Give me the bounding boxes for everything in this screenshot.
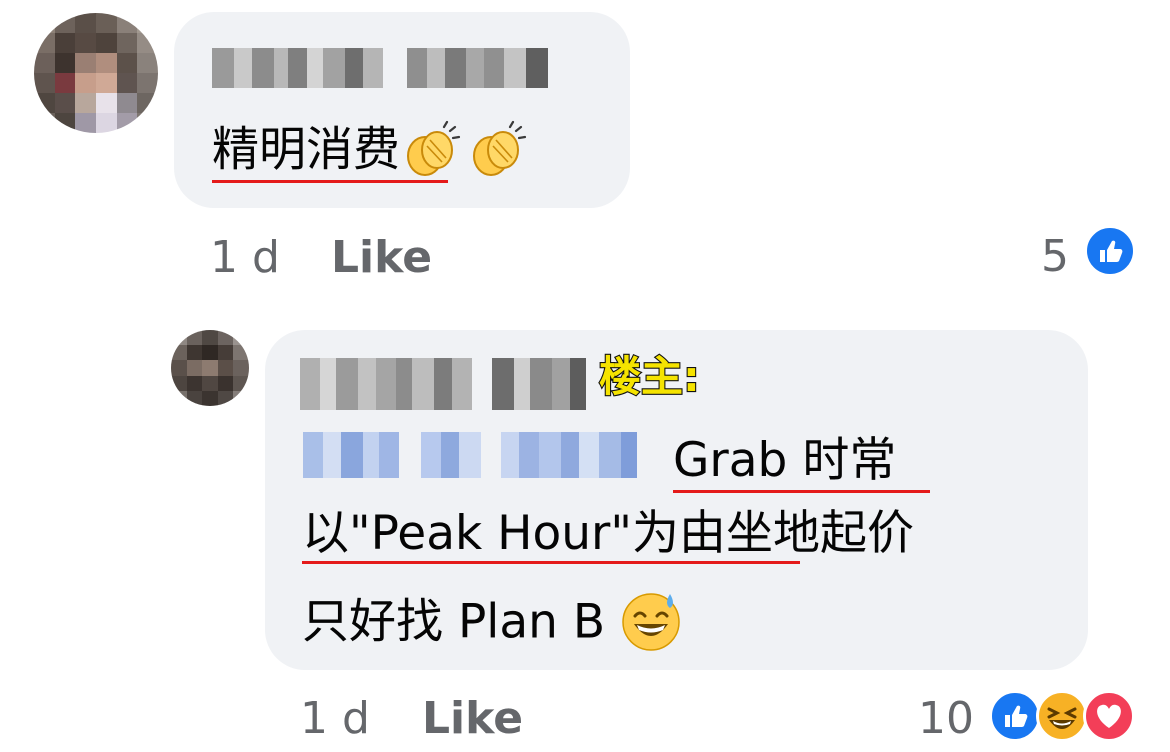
comment-time-2[interactable]: 1 d <box>300 697 370 741</box>
grinning-sweat-icon <box>620 590 682 660</box>
like-button-2[interactable]: Like <box>422 697 523 741</box>
comment-text-2-line-3-content: 只好找 Plan B <box>302 594 606 650</box>
comment-time-1[interactable]: 1 d <box>210 236 280 280</box>
reaction-count-2[interactable]: 10 <box>918 697 974 741</box>
like-button-1[interactable]: Like <box>331 236 432 280</box>
like-reaction-icon[interactable] <box>989 690 1041 742</box>
author-name-blurred-1[interactable] <box>212 48 548 88</box>
underline-highlight-1 <box>212 180 448 183</box>
avatar-commenter-2[interactable] <box>171 330 249 406</box>
comment-text-2-line-1: Grab 时常 <box>673 433 897 488</box>
mentioned-user-blurred[interactable] <box>303 432 657 478</box>
author-badge: 楼主: <box>598 352 701 401</box>
haha-reaction-icon[interactable] <box>1036 690 1088 742</box>
reaction-count-1[interactable]: 5 <box>1041 235 1069 279</box>
like-reaction-icon[interactable] <box>1084 225 1136 277</box>
comment-text-2-line-3: 只好找 Plan B <box>302 590 682 660</box>
clapping-hands-icon <box>400 120 466 186</box>
love-reaction-icon[interactable] <box>1083 690 1135 742</box>
avatar-commenter-1[interactable] <box>34 13 158 133</box>
underline-highlight-3 <box>302 561 800 564</box>
author-name-blurred-2[interactable] <box>300 358 586 410</box>
underline-highlight-2 <box>673 490 930 493</box>
comment-text-1: 精明消费 <box>212 120 532 186</box>
clapping-hands-icon <box>466 120 532 186</box>
comment-text-1-content: 精明消费 <box>212 122 400 178</box>
comment-text-2-line-2: 以"Peak Hour"为由坐地起价 <box>302 506 914 561</box>
